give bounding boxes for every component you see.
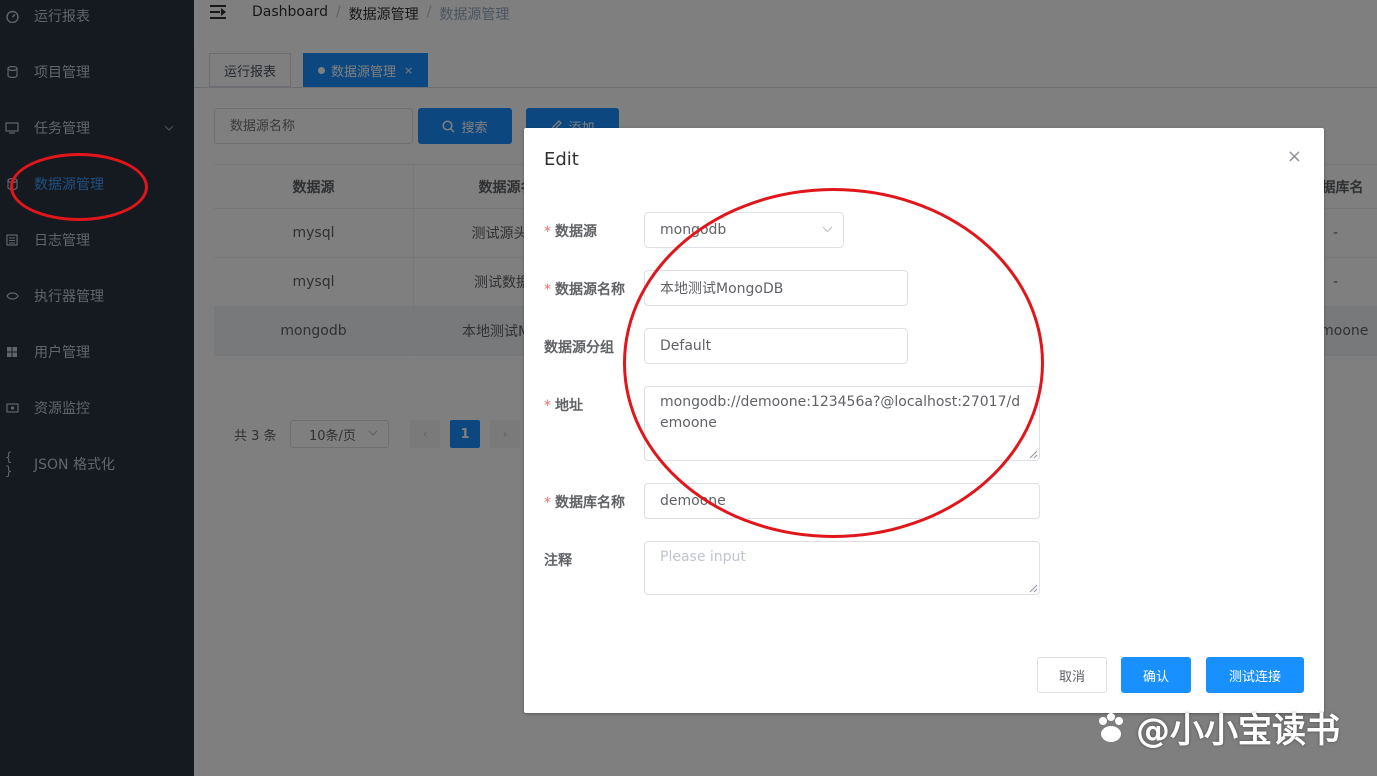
required-mark: * (544, 282, 551, 298)
required-mark: * (544, 495, 551, 511)
field-label-address: * 地址 (544, 398, 583, 414)
close-icon[interactable]: × (1287, 146, 1302, 167)
field-label-datasource: * 数据源 (544, 224, 597, 240)
field-label-dbname: * 数据库名称 (544, 495, 625, 511)
test-connection-button[interactable]: 测试连接 (1206, 657, 1304, 693)
required-mark: * (544, 398, 551, 414)
confirm-button[interactable]: 确认 (1121, 657, 1191, 693)
dbname-input[interactable]: demoone (644, 483, 1040, 519)
watermark: @小小宝读书 (1094, 703, 1340, 752)
edit-dialog: Edit × * 数据源 mongodb * 数据源名称 本地测试MongoDB 数… (524, 128, 1324, 713)
datasource-group-value: Default (660, 338, 712, 354)
chevron-down-icon (822, 223, 833, 236)
watermark-text: @小小宝读书 (1136, 711, 1340, 751)
dialog-title: Edit (544, 149, 579, 170)
resize-handle-icon[interactable] (1029, 450, 1038, 459)
datasource-group-input[interactable]: Default (644, 328, 908, 364)
datasource-name-value: 本地测试MongoDB (660, 281, 784, 297)
address-value: mongodb://demoone:123456a?@localhost:270… (660, 394, 1021, 431)
comment-placeholder: Please input (660, 549, 746, 565)
cancel-button[interactable]: 取消 (1037, 657, 1107, 693)
field-label-name: * 数据源名称 (544, 282, 625, 298)
datasource-select[interactable]: mongodb (644, 212, 844, 248)
comment-textarea[interactable]: Please input (644, 541, 1040, 595)
address-textarea[interactable]: mongodb://demoone:123456a?@localhost:270… (644, 386, 1040, 461)
field-label-comment: 注释 (544, 553, 572, 569)
resize-handle-icon[interactable] (1029, 584, 1038, 593)
paw-logo-icon (1094, 711, 1128, 745)
datasource-name-input[interactable]: 本地测试MongoDB (644, 270, 908, 306)
datasource-select-value: mongodb (660, 222, 727, 238)
field-label-group: 数据源分组 (544, 340, 614, 356)
required-mark: * (544, 224, 551, 240)
dbname-value: demoone (660, 493, 726, 509)
